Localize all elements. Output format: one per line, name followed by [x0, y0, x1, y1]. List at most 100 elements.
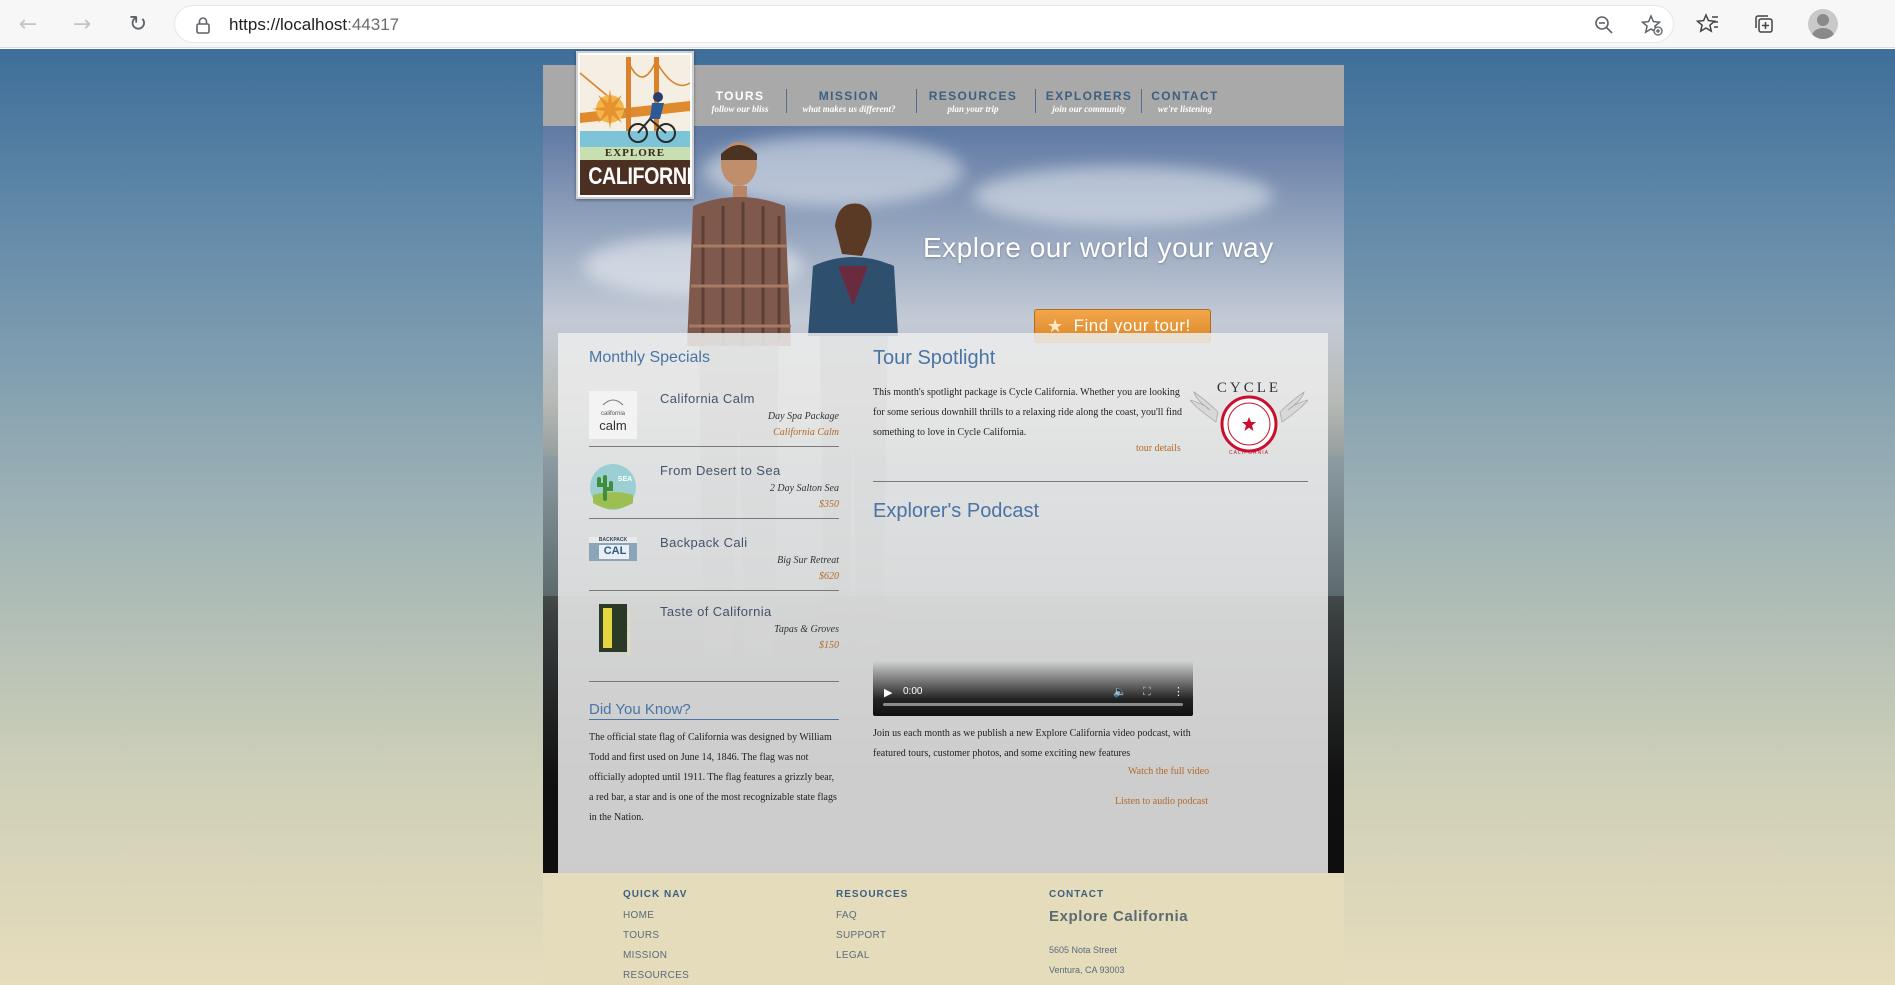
- did-you-know-text: The official state flag of California wa…: [589, 732, 837, 823]
- footer-link-legal[interactable]: LEGAL: [836, 950, 908, 961]
- nav-divider: [1035, 89, 1036, 113]
- divider: [589, 590, 839, 591]
- special-item[interactable]: BACKPACK CAL Backpack Cali Big Sur Retre…: [589, 535, 839, 595]
- site-footer: QUICK NAV HOME TOURS MISSION RESOURCES R…: [543, 873, 1344, 985]
- divider: [589, 446, 839, 447]
- podcast-video-player[interactable]: ▶ 0:00 🔈 ⛶ ⋮: [873, 661, 1193, 716]
- divider: [589, 518, 839, 519]
- special-package: 2 Day Salton Sea: [769, 483, 839, 494]
- footer-resources-heading: RESOURCES: [836, 889, 909, 900]
- special-price: $350: [819, 499, 839, 510]
- cloud: [973, 166, 1273, 226]
- nav-explorers-label: EXPLORERS: [1045, 89, 1133, 103]
- logo-line1: EXPLORE: [604, 147, 666, 159]
- thumb-text: SEA: [617, 476, 633, 483]
- nav-divider: [1141, 89, 1142, 113]
- nav-contact[interactable]: CONTACT we're listening: [1150, 89, 1220, 114]
- special-item[interactable]: SEA From Desert to Sea 2 Day Salton Sea …: [589, 463, 839, 523]
- special-name[interactable]: California Calm: [660, 391, 755, 406]
- nav-divider: [786, 89, 787, 113]
- footer-quicknav: QUICK NAV HOME TOURS MISSION RESOURCES: [623, 889, 689, 985]
- explorers-podcast-title: Explorer's Podcast: [873, 500, 1040, 522]
- nav-contact-label: CONTACT: [1151, 89, 1219, 103]
- special-price: $620: [819, 571, 839, 582]
- special-price: California Calm: [773, 427, 839, 438]
- explore-california-logo[interactable]: EXPLORE CALIFORNIA: [576, 51, 694, 199]
- listen-audio-podcast-link[interactable]: Listen to audio podcast: [1115, 796, 1208, 807]
- browser-toolbar: ← → ↻ https://localhost:44317: [0, 0, 1895, 48]
- lock-icon[interactable]: [195, 16, 211, 34]
- special-price: $150: [819, 640, 839, 651]
- hero-title: Explore our world your way: [923, 232, 1274, 263]
- nav-tours-sub: follow our bliss: [711, 104, 769, 114]
- footer-link-resources[interactable]: RESOURCES: [623, 970, 689, 981]
- nav-resources-sub: plan your trip: [947, 104, 999, 114]
- fullscreen-icon[interactable]: ⛶: [1143, 685, 1151, 699]
- nav-mission-label: MISSION: [818, 89, 880, 103]
- footer-address-line1: 5605 Nota Street: [1049, 945, 1118, 955]
- nav-tours[interactable]: TOURS follow our bliss: [710, 89, 770, 114]
- footer-company-name: Explore California: [1049, 908, 1189, 925]
- forward-icon[interactable]: →: [66, 8, 98, 40]
- refresh-icon[interactable]: ↻: [122, 8, 154, 40]
- special-name[interactable]: From Desert to Sea: [660, 463, 781, 478]
- logo-line2: CALIFORNIA: [588, 163, 694, 190]
- url-text[interactable]: https://localhost:44317: [229, 15, 399, 35]
- more-options-icon[interactable]: ⋮: [1173, 685, 1184, 698]
- thumb-text: CAL: [603, 545, 627, 557]
- nav-explorers[interactable]: EXPLORERS join our community: [1044, 89, 1134, 114]
- nav-tours-label: TOURS: [715, 89, 765, 103]
- nav-resources[interactable]: RESOURCES plan your trip: [928, 89, 1018, 114]
- special-item[interactable]: TASTE OF CALIFORNIA Taste of California …: [589, 604, 839, 684]
- tour-spotlight-title: Tour Spotlight: [873, 347, 996, 369]
- favorites-icon[interactable]: [1692, 8, 1724, 40]
- profile-icon[interactable]: [1808, 9, 1838, 39]
- cycle-logo-top: CYCLE: [1216, 380, 1282, 396]
- nav-resources-label: RESOURCES: [928, 89, 1018, 103]
- footer-link-faq[interactable]: FAQ: [836, 910, 908, 921]
- volume-icon[interactable]: 🔈: [1113, 685, 1127, 698]
- nav-contact-sub: we're listening: [1157, 104, 1213, 114]
- nav-mission-sub: what makes us different?: [802, 104, 896, 114]
- main-content: Monthly Specials california calm Califor…: [558, 333, 1328, 873]
- special-package: Tapas & Groves: [774, 624, 839, 635]
- add-favorite-icon[interactable]: [1639, 12, 1665, 38]
- footer-link-mission[interactable]: MISSION: [623, 950, 689, 961]
- footer-link-support[interactable]: SUPPORT: [836, 930, 908, 941]
- footer-address-line2: Ventura, CA 93003: [1049, 965, 1125, 975]
- special-name[interactable]: Taste of California: [660, 604, 772, 619]
- special-package: Day Spa Package: [767, 411, 839, 422]
- special-item[interactable]: california calm California Calm Day Spa …: [589, 391, 839, 451]
- footer-resources: RESOURCES FAQ SUPPORT LEGAL: [836, 889, 908, 970]
- address-bar[interactable]: https://localhost:44317: [174, 5, 1674, 43]
- special-name[interactable]: Backpack Cali: [660, 535, 748, 550]
- footer-quicknav-heading: QUICK NAV: [623, 889, 688, 900]
- cycle-logo-bottom: CALIFORNIA: [1228, 450, 1269, 456]
- nav-mission[interactable]: MISSION what makes us different?: [799, 89, 899, 114]
- back-icon[interactable]: ←: [12, 8, 44, 40]
- footer-contact: CONTACT Explore California 5605 Nota Str…: [1049, 889, 1188, 985]
- divider: [873, 481, 1308, 482]
- url-port: :44317: [347, 15, 400, 34]
- special-package: Big Sur Retreat: [777, 555, 839, 566]
- url-host: https://localhost: [229, 15, 348, 34]
- thumb-text: TASTE OF CALIFORNIA: [627, 611, 632, 656]
- thumb-small-text: california: [600, 411, 625, 417]
- play-icon[interactable]: ▶: [884, 686, 892, 699]
- did-you-know-title: Did You Know?: [589, 701, 839, 720]
- site-container: TOURS follow our bliss MISSION what make…: [543, 51, 1344, 985]
- nav-explorers-sub: join our community: [1052, 104, 1126, 114]
- thumb-small-text: BACKPACK: [598, 537, 628, 543]
- tour-details-link[interactable]: tour details: [1136, 443, 1181, 454]
- zoom-out-icon[interactable]: [1591, 12, 1617, 38]
- footer-link-tours[interactable]: TOURS: [623, 930, 689, 941]
- video-progress-bar[interactable]: [883, 703, 1183, 706]
- cycle-california-logo[interactable]: CYCLE CALIFORNIA: [1188, 378, 1310, 463]
- podcast-description: Join us each month as we publish a new E…: [873, 728, 1191, 759]
- footer-contact-heading: CONTACT: [1049, 889, 1105, 900]
- watch-full-video-link[interactable]: Watch the full video: [1128, 766, 1209, 777]
- collections-icon[interactable]: [1748, 8, 1780, 40]
- thumb-text: calm: [599, 418, 627, 433]
- footer-link-home[interactable]: HOME: [623, 910, 689, 921]
- video-time: 0:00: [903, 686, 923, 697]
